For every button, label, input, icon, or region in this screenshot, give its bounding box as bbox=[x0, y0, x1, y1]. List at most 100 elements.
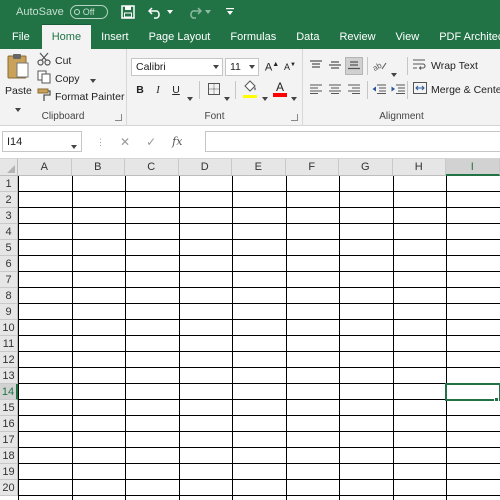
column-header-e[interactable]: E bbox=[232, 159, 286, 176]
row-header-1[interactable]: 1 bbox=[0, 176, 18, 192]
column-header-f[interactable]: F bbox=[285, 159, 339, 176]
cell-area[interactable] bbox=[18, 176, 500, 500]
row-header-11[interactable]: 11 bbox=[0, 336, 18, 352]
insert-function-icon[interactable]: fx bbox=[172, 135, 182, 148]
row-header-16[interactable]: 16 bbox=[0, 416, 18, 432]
decrease-indent-button[interactable] bbox=[370, 81, 388, 99]
row-header-12[interactable]: 12 bbox=[0, 352, 18, 368]
borders-button[interactable] bbox=[205, 81, 223, 99]
increase-indent-button[interactable] bbox=[389, 81, 407, 99]
font-name-select[interactable]: Calibri bbox=[131, 58, 223, 76]
undo-dropdown-icon[interactable] bbox=[166, 4, 174, 20]
autosave-toggle[interactable]: Off bbox=[69, 5, 108, 19]
row-header-4[interactable]: 4 bbox=[0, 224, 18, 240]
fill-color-button[interactable] bbox=[241, 80, 259, 98]
column-header-b[interactable]: B bbox=[71, 159, 125, 176]
row-header-18[interactable]: 18 bbox=[0, 448, 18, 464]
align-separator-4 bbox=[407, 81, 408, 99]
borders-dropdown-icon[interactable] bbox=[224, 88, 230, 106]
font-color-dropdown-icon[interactable] bbox=[291, 88, 297, 106]
ribbon-tabs: File Home Insert Page Layout Formulas Da… bbox=[0, 24, 500, 49]
column-header-d[interactable]: D bbox=[178, 159, 232, 176]
fill-handle[interactable] bbox=[494, 397, 499, 402]
bottom-align-button[interactable] bbox=[345, 57, 363, 75]
align-left-button[interactable] bbox=[307, 81, 325, 99]
borders-icon bbox=[208, 82, 220, 98]
row-header-20[interactable]: 20 bbox=[0, 480, 18, 496]
tab-formulas[interactable]: Formulas bbox=[220, 25, 286, 49]
customize-toolbar-icon[interactable] bbox=[222, 4, 238, 20]
row-header-10[interactable]: 10 bbox=[0, 320, 18, 336]
copy-button[interactable]: Copy bbox=[37, 70, 96, 87]
underline-dropdown-icon[interactable] bbox=[187, 88, 193, 106]
row-header-17[interactable]: 17 bbox=[0, 432, 18, 448]
wrap-text-button[interactable]: Wrap Text bbox=[413, 57, 478, 75]
row-header-15[interactable]: 15 bbox=[0, 400, 18, 416]
excel-window: AutoSave Off File Home Insert Page Layou… bbox=[0, 0, 500, 500]
tab-insert[interactable]: Insert bbox=[91, 25, 139, 49]
tab-home[interactable]: Home bbox=[41, 24, 92, 49]
align-center-button[interactable] bbox=[326, 81, 344, 99]
row-header-9[interactable]: 9 bbox=[0, 304, 18, 320]
paste-button[interactable]: Paste bbox=[4, 53, 32, 112]
top-align-button[interactable] bbox=[307, 57, 325, 75]
cut-button[interactable]: Cut bbox=[37, 52, 71, 69]
orientation-button[interactable]: ab bbox=[371, 57, 389, 75]
fill-color-swatch bbox=[243, 95, 257, 98]
row-header-8[interactable]: 8 bbox=[0, 288, 18, 304]
undo-icon[interactable] bbox=[147, 4, 164, 20]
column-header-g[interactable]: G bbox=[339, 159, 393, 176]
column-header-h[interactable]: H bbox=[392, 159, 446, 176]
align-right-button[interactable] bbox=[345, 81, 363, 99]
tab-review[interactable]: Review bbox=[329, 25, 385, 49]
name-box[interactable]: I14 bbox=[2, 131, 82, 152]
row-header-5[interactable]: 5 bbox=[0, 240, 18, 256]
row-header-2[interactable]: 2 bbox=[0, 192, 18, 208]
column-gridline bbox=[18, 176, 19, 500]
tab-view[interactable]: View bbox=[386, 25, 430, 49]
font-color-button[interactable]: A bbox=[271, 80, 289, 98]
worksheet-grid[interactable]: ABCDEFGHI 1 2 3 4 5 6 7 8 9 10 11 12 13 14 15 16 17 18 19 2… bbox=[0, 158, 500, 500]
tab-file[interactable]: File bbox=[0, 25, 42, 49]
row-header-3[interactable]: 3 bbox=[0, 208, 18, 224]
font-color-swatch bbox=[273, 93, 287, 97]
select-all-corner[interactable] bbox=[0, 159, 18, 176]
font-launcher-icon[interactable] bbox=[291, 114, 298, 121]
active-cell[interactable] bbox=[445, 383, 500, 401]
name-box-dropdown-icon[interactable] bbox=[71, 140, 77, 152]
row-header-19[interactable]: 19 bbox=[0, 464, 18, 480]
clipboard-launcher-icon[interactable] bbox=[115, 114, 122, 121]
increase-font-size-button[interactable]: A▲ bbox=[263, 58, 281, 76]
row-gridline bbox=[18, 319, 500, 320]
row-header-7[interactable]: 7 bbox=[0, 272, 18, 288]
bold-button[interactable]: B bbox=[131, 81, 149, 99]
tab-page-layout[interactable]: Page Layout bbox=[139, 25, 221, 49]
merge-center-button[interactable]: Merge & Center bbox=[413, 81, 500, 99]
formula-input[interactable] bbox=[205, 131, 500, 152]
column-header-a[interactable]: A bbox=[18, 159, 72, 176]
column-header-i[interactable]: I bbox=[446, 159, 500, 176]
row-gridline bbox=[18, 479, 500, 480]
row-gridline bbox=[18, 303, 500, 304]
underline-button[interactable]: U bbox=[167, 81, 185, 99]
fill-color-dropdown-icon[interactable] bbox=[262, 88, 268, 106]
tab-pdf-architect[interactable]: PDF Architect 6 bbox=[429, 25, 500, 49]
format-painter-button[interactable]: Format Painter bbox=[37, 88, 124, 105]
font-size-select[interactable]: 11 bbox=[225, 58, 259, 76]
tab-data[interactable]: Data bbox=[286, 25, 329, 49]
redo-icon[interactable] bbox=[186, 4, 202, 20]
orientation-dropdown-icon[interactable] bbox=[391, 64, 397, 82]
formula-bar-grip-icon[interactable]: ⋮ bbox=[96, 137, 105, 148]
top-align-icon bbox=[310, 59, 322, 73]
middle-align-button[interactable] bbox=[326, 57, 344, 75]
cancel-entry-icon[interactable]: ✕ bbox=[120, 135, 130, 149]
row-header-6[interactable]: 6 bbox=[0, 256, 18, 272]
confirm-entry-icon[interactable]: ✓ bbox=[146, 135, 156, 149]
italic-button[interactable]: I bbox=[149, 81, 167, 99]
row-header-14[interactable]: 14 bbox=[0, 384, 18, 400]
row-header-13[interactable]: 13 bbox=[0, 368, 18, 384]
column-header-c[interactable]: C bbox=[125, 159, 179, 176]
decrease-font-size-button[interactable]: A▼ bbox=[281, 58, 299, 76]
redo-dropdown-icon[interactable] bbox=[204, 4, 212, 20]
save-icon[interactable] bbox=[120, 4, 136, 20]
